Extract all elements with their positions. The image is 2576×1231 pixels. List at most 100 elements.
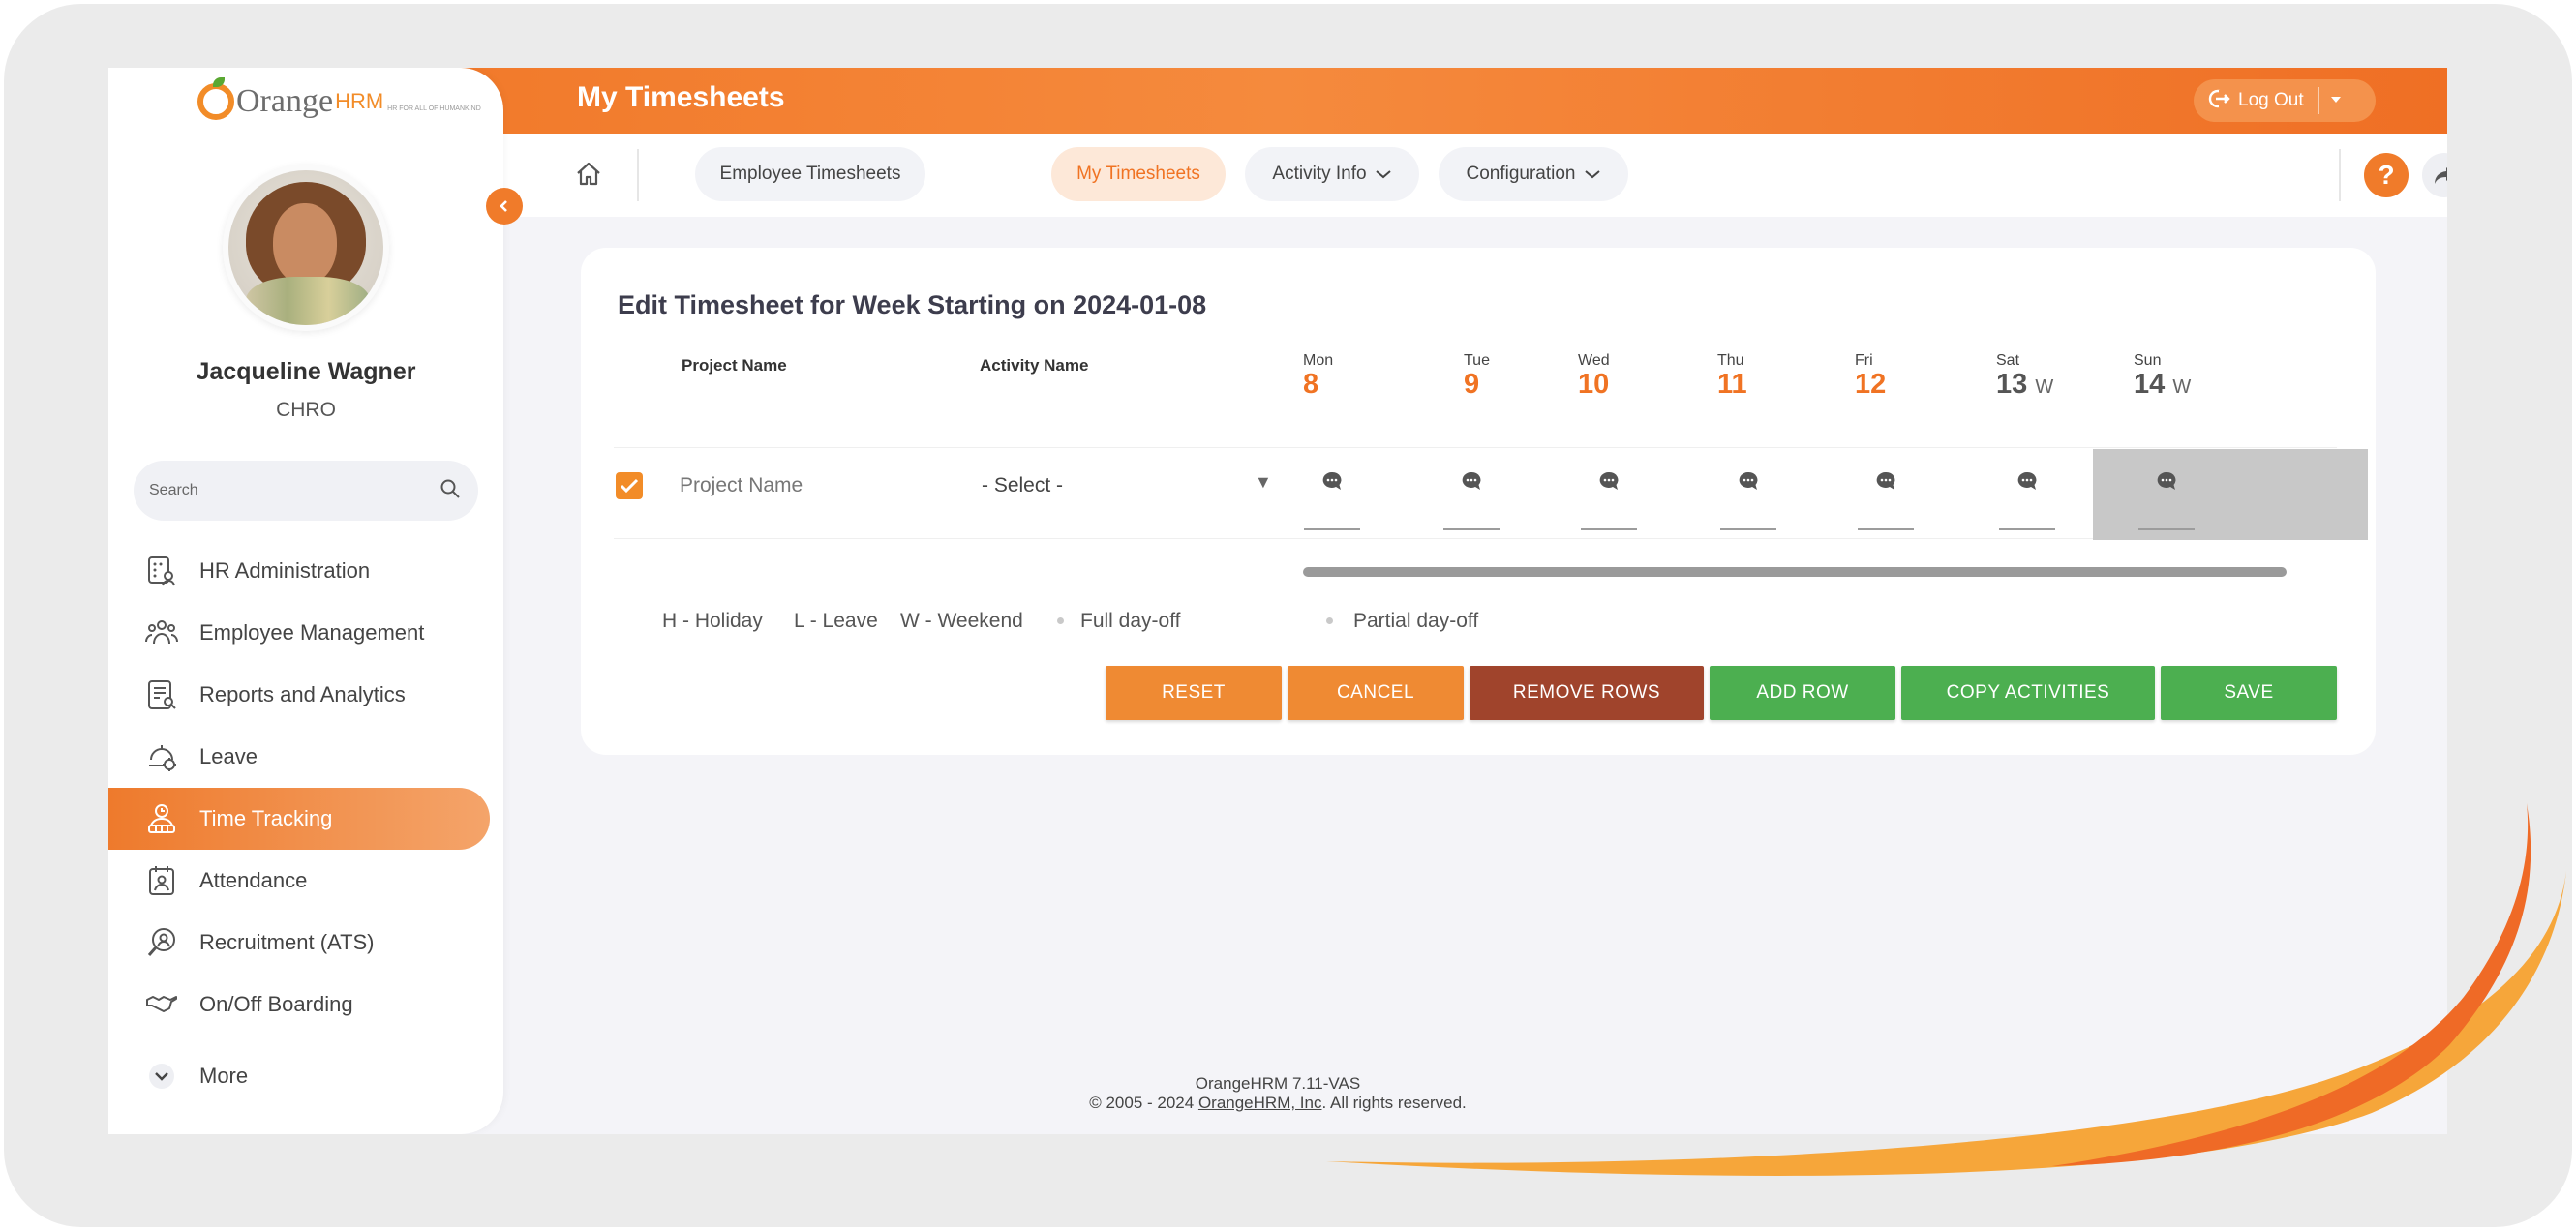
legend-holiday: H - Holiday [662,610,763,632]
divider [614,538,2337,539]
hours-input[interactable] [1304,528,1360,530]
day-date: 10 [1578,369,1610,400]
tab-employee-timesheets[interactable]: Employee Timesheets [695,147,925,201]
page-title: My Timesheets [577,81,785,113]
day-name: Fri [1855,352,1873,369]
hr-admin-icon [143,553,180,589]
search-icon[interactable] [439,478,461,504]
tab-my-timesheets[interactable]: My Timesheets [1051,147,1226,201]
partial-day-off-dot [1326,617,1333,624]
share-icon[interactable] [2422,153,2447,197]
caret-down-icon[interactable]: ▼ [1255,472,1272,493]
column-header-activity: Activity Name [980,356,1089,375]
row-checkbox[interactable] [616,472,643,499]
reports-icon [143,676,180,713]
weekend-shade [2093,449,2368,540]
tab-activity-info[interactable]: Activity Info [1245,147,1419,201]
recruitment-icon [143,924,180,961]
home-icon[interactable] [567,153,610,195]
sidebar-item-attendance[interactable]: Attendance [108,850,503,912]
sidebar-item-leave[interactable]: Leave [108,726,503,788]
copy-activities-button[interactable]: COPY ACTIVITIES [1901,666,2155,720]
day-date: 12 [1855,369,1887,400]
sidebar-item-label: More [199,1064,249,1088]
sidebar-item-reports-and-analytics[interactable]: Reports and Analytics [108,664,503,726]
timesheet-card: Edit Timesheet for Week Starting on 2024… [581,248,2376,755]
activity-select[interactable]: - Select - [982,474,1063,497]
sidebar-item-label: Attendance [199,868,308,892]
comment-icon[interactable] [1598,470,1620,492]
search-input[interactable]: Search [134,461,478,521]
tab-configuration[interactable]: Configuration [1439,147,1628,201]
project-name-input[interactable]: Project Name [680,474,803,497]
user-role: CHRO [276,399,336,421]
hours-input[interactable] [1581,528,1637,530]
time-cell-sat[interactable] [1998,455,2056,536]
caret-down-icon[interactable] [2329,92,2343,109]
divider [637,149,639,201]
add-row-button[interactable]: ADD ROW [1710,666,1895,720]
remove-rows-button[interactable]: REMOVE ROWS [1470,666,1704,720]
comment-icon[interactable] [1875,470,1896,492]
time-cell-thu[interactable] [1719,455,1777,536]
sidebar-item-label: Time Tracking [199,806,333,830]
day-header-thu: Thu 11 [1717,352,1804,399]
day-header-tue: Tue 9 [1464,352,1551,399]
company-link[interactable]: OrangeHRM, Inc [1198,1094,1322,1112]
comment-icon[interactable] [1321,470,1343,492]
comment-icon[interactable] [1461,470,1482,492]
day-date: 11 [1717,369,1747,400]
day-name: Sat [1996,352,2020,369]
day-date: 13 W [1996,369,2054,400]
day-name: Wed [1578,352,1610,369]
cancel-button[interactable]: CANCEL [1288,666,1464,720]
app-window: My Timesheets Log Out Employee Timesheet… [108,68,2447,1134]
day-name: Mon [1303,352,1334,369]
leave-icon [143,738,180,775]
day-date: 9 [1464,369,1480,400]
logout-button[interactable]: Log Out [2194,79,2376,122]
collapse-sidebar-icon[interactable] [486,188,523,225]
help-icon[interactable]: ? [2364,153,2409,197]
comment-icon[interactable] [2016,470,2038,492]
sidebar: Orange HRM HR FOR ALL OF HUMANKIND Jacqu… [108,68,503,1134]
orangehrm-logo: Orange HRM HR FOR ALL OF HUMANKIND [197,77,481,124]
hours-input[interactable] [2138,528,2195,530]
time-cell-fri[interactable] [1857,455,1915,536]
day-header-sun: Sun 14 W [2134,352,2221,402]
logout-label: Log Out [2238,90,2304,110]
sidebar-item-time-tracking[interactable]: Time Tracking [108,788,490,850]
sidebar-item-employee-management[interactable]: Employee Management [108,602,503,664]
time-tracking-icon [143,800,180,837]
sidebar-item-on-off-boarding[interactable]: On/Off Boarding [108,974,503,1036]
reset-button[interactable]: RESET [1106,666,1282,720]
comment-icon[interactable] [1738,470,1759,492]
time-cell-sun[interactable] [2137,455,2196,536]
comment-icon[interactable] [2156,470,2177,492]
hours-input[interactable] [1999,528,2055,530]
hours-input[interactable] [1443,528,1500,530]
timesheet-title: Edit Timesheet for Week Starting on 2024… [618,290,1207,319]
divider [614,447,2337,448]
sidebar-item-more[interactable]: More [108,1045,503,1107]
sidebar-item-label: Recruitment (ATS) [199,930,375,954]
legend-partial-day-off: Partial day-off [1353,610,1479,632]
logout-divider [2317,87,2319,114]
attendance-icon [143,862,180,899]
sidebar-item-label: Reports and Analytics [199,682,406,706]
legend-weekend: W - Weekend [900,610,1023,632]
save-button[interactable]: SAVE [2161,666,2337,720]
horizontal-scrollbar[interactable] [1303,567,2287,577]
chevron-down-icon [1375,168,1392,180]
hours-input[interactable] [1720,528,1776,530]
legend-leave: L - Leave [794,610,878,632]
sidebar-item-recruitment-ats[interactable]: Recruitment (ATS) [108,912,503,974]
sidebar-item-hr-administration[interactable]: HR Administration [108,540,503,602]
full-day-off-dot [1057,617,1064,624]
time-cell-mon[interactable] [1303,455,1361,536]
chevron-down-icon [143,1058,180,1095]
time-cell-wed[interactable] [1580,455,1638,536]
sidebar-menu: HR Administration Employee Management Repo… [108,540,503,1107]
hours-input[interactable] [1858,528,1914,530]
time-cell-tue[interactable] [1442,455,1500,536]
